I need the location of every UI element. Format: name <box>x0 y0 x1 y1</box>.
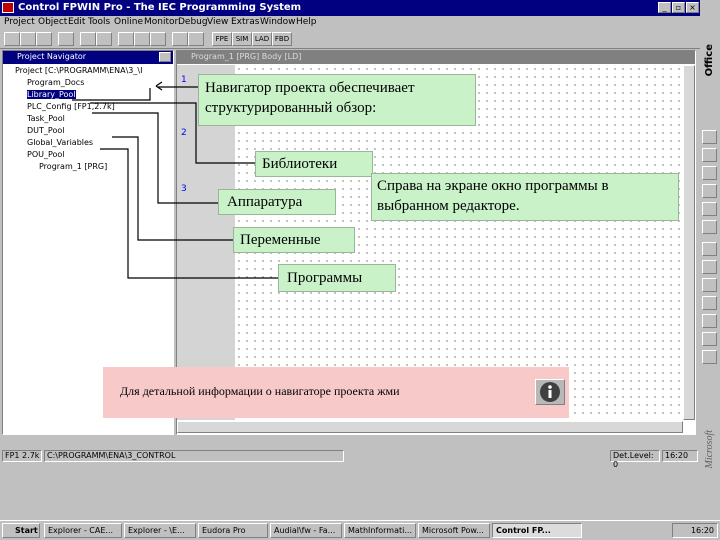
office-shortcut-icon[interactable] <box>702 202 717 216</box>
office-shortcut-icon[interactable] <box>702 130 717 144</box>
info-box: Для детальной информации о навигаторе пр… <box>103 367 569 418</box>
callout-variables: Переменные <box>233 227 355 253</box>
taskbar-item[interactable]: Eudora Pro <box>198 523 268 538</box>
taskbar-item[interactable]: Explorer - \E... <box>124 523 196 538</box>
taskbar-item[interactable]: Microsoft Pow... <box>418 523 490 538</box>
callout-hardware: Аппаратура <box>218 189 336 215</box>
status-plc: FP1 2.7k <box>2 450 42 462</box>
office-shortcut-icon[interactable] <box>702 278 717 292</box>
office-shortcut-icon[interactable] <box>702 350 717 364</box>
system-clock: 16:20 <box>672 523 718 538</box>
callout-right-side: Справа на экране окно программы в выбран… <box>371 173 679 221</box>
taskbar-item-active[interactable]: Control FP... <box>492 523 582 538</box>
microsoft-label: Microsoft <box>704 430 715 469</box>
callout-libraries: Библиотеки <box>255 151 373 177</box>
status-time: 16:20 <box>662 450 698 462</box>
start-button[interactable]: Start <box>2 523 40 538</box>
info-icon <box>540 382 560 402</box>
office-shortcut-bar: Office Microsoft <box>700 0 720 520</box>
office-shortcut-icon[interactable] <box>702 332 717 346</box>
office-shortcut-icon[interactable] <box>702 296 717 310</box>
office-shortcut-icon[interactable] <box>702 314 717 328</box>
office-label: Office <box>704 44 715 77</box>
callout-programs: Программы <box>278 264 396 292</box>
office-shortcut-icon[interactable] <box>702 148 717 162</box>
info-text: Для детальной информации о навигаторе пр… <box>120 384 400 398</box>
status-detail-level: Det.Level: 0 <box>610 450 660 469</box>
office-shortcut-icon[interactable] <box>702 184 717 198</box>
office-shortcut-icon[interactable] <box>702 220 717 234</box>
taskbar-item[interactable]: MathInformati... <box>344 523 416 538</box>
info-button[interactable] <box>535 379 565 405</box>
status-bar: FP1 2.7k C:\PROGRAMM\ENA\3_CONTROL Det.L… <box>0 449 720 469</box>
office-shortcut-icon[interactable] <box>702 242 717 256</box>
taskbar-item[interactable]: Audial\fw - Fa... <box>270 523 342 538</box>
taskbar: Start Explorer - CAE... Explorer - \E...… <box>0 520 720 540</box>
taskbar-item[interactable]: Explorer - CAE... <box>44 523 122 538</box>
callout-navigator-description: Навигатор проекта обеспечивает структури… <box>198 74 476 126</box>
status-path: C:\PROGRAMM\ENA\3_CONTROL <box>44 450 344 462</box>
office-shortcut-icon[interactable] <box>702 260 717 274</box>
office-shortcut-icon[interactable] <box>702 166 717 180</box>
